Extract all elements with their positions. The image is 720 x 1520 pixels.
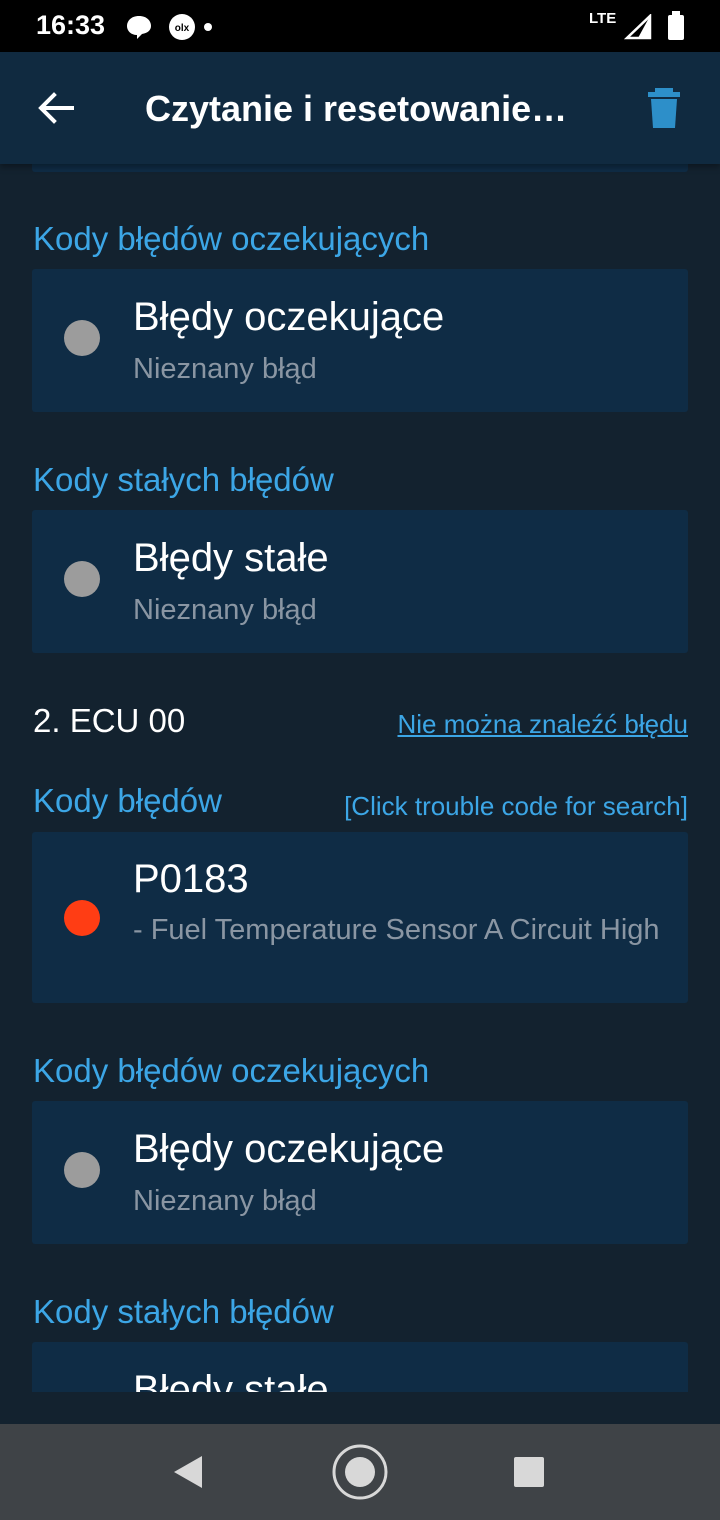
search-hint: [Click trouble code for search] [344, 791, 688, 821]
section-header-codes: Kody błędów [33, 782, 222, 819]
trouble-code-description: - Fuel Temperature Sensor A Circuit High [133, 914, 660, 946]
nav-home-icon[interactable] [330, 1442, 390, 1502]
section-header-pending: Kody błędów oczekujących [33, 1052, 430, 1089]
section-header-pending: Kody błędów oczekujących [33, 220, 430, 257]
card-subtitle: Nieznany błąd [133, 594, 317, 626]
notification-dot-icon [204, 23, 212, 31]
status-indicator-icon [64, 561, 100, 597]
chat-bubble-icon [127, 16, 151, 39]
card-subtitle: Nieznany błąd [133, 353, 317, 385]
card-subtitle: Nieznany błąd [133, 1185, 317, 1217]
signal-icon [624, 14, 652, 40]
previous-card-edge [32, 164, 688, 172]
status-bar: 16:33 olx LTE [0, 0, 720, 52]
svg-text:olx: olx [175, 23, 190, 34]
status-indicator-icon [64, 320, 100, 356]
network-type: LTE [589, 10, 617, 27]
permanent-codes-card[interactable]: Błędy stałe Nieznany błąd [32, 510, 688, 653]
trouble-code: P0183 [133, 857, 249, 901]
section-header-permanent: Kody stałych błędów [33, 1293, 334, 1330]
app-bar: Czytanie i resetowanie… [0, 52, 720, 164]
section-header-permanent: Kody stałych błędów [33, 461, 334, 498]
pending-codes-card[interactable]: Błędy oczekujące Nieznany błąd [32, 1101, 688, 1244]
card-title: Błędy oczekujące [133, 295, 445, 339]
permanent-codes-card[interactable]: Błędy stałe [32, 1342, 688, 1392]
error-indicator-icon [64, 900, 100, 936]
ecu-title: 2. ECU 00 [33, 702, 186, 739]
scroll-content[interactable]: Kody błędów oczekujących Błędy oczekując… [0, 164, 720, 1392]
nav-recents-icon[interactable] [513, 1456, 545, 1488]
page-title: Czytanie i resetowanie… [145, 88, 568, 129]
card-title: Błędy stałe [133, 536, 329, 580]
battery-icon [668, 11, 684, 40]
status-indicator-icon [64, 1152, 100, 1188]
system-nav-bar [0, 1424, 720, 1520]
trash-icon[interactable] [646, 88, 682, 128]
cannot-find-error-link[interactable]: Nie można znaleźć błędu [398, 709, 689, 740]
card-title: Błędy oczekujące [133, 1127, 445, 1171]
trouble-code-card[interactable]: P0183 - Fuel Temperature Sensor A Circui… [32, 832, 688, 1003]
pending-codes-card[interactable]: Błędy oczekujące Nieznany błąd [32, 269, 688, 412]
card-title: Błędy stałe [133, 1368, 329, 1392]
olx-icon: olx [169, 14, 195, 40]
arrow-left-icon[interactable] [36, 90, 76, 126]
nav-back-icon[interactable] [170, 1454, 206, 1490]
status-time: 16:33 [36, 10, 106, 40]
